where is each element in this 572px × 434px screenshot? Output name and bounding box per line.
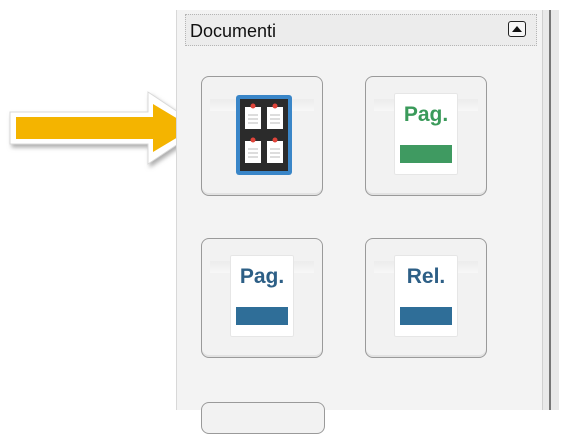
noticeboard-icon <box>236 95 292 175</box>
scrollbar-rail <box>549 10 551 410</box>
panel-title: Documenti <box>190 21 277 41</box>
collapse-button[interactable] <box>508 21 526 37</box>
panel-header: Documenti <box>185 14 537 46</box>
tile-color-bar <box>236 307 288 325</box>
pag-green-tile[interactable]: Pag. <box>365 76 487 196</box>
document-icon: Rel. <box>394 255 458 337</box>
tile-label: Rel. <box>406 265 446 288</box>
pag-blue-tile[interactable]: Pag. <box>201 238 323 358</box>
tile-color-bar <box>400 307 452 325</box>
document-icon: Pag. <box>230 255 294 337</box>
document-icon: Pag. <box>394 93 458 175</box>
collapse-triangle-icon <box>512 26 522 32</box>
tile-label: Pag. <box>403 103 449 126</box>
rel-blue-tile[interactable]: Rel. <box>365 238 487 358</box>
noticeboard-tile[interactable] <box>201 76 323 196</box>
partial-tile[interactable] <box>201 402 325 434</box>
vertical-scrollbar[interactable] <box>542 10 559 410</box>
tile-label: Pag. <box>239 265 285 288</box>
documenti-panel: Documenti Pag. Pag. Rel. <box>176 10 559 434</box>
tile-color-bar <box>400 145 452 163</box>
